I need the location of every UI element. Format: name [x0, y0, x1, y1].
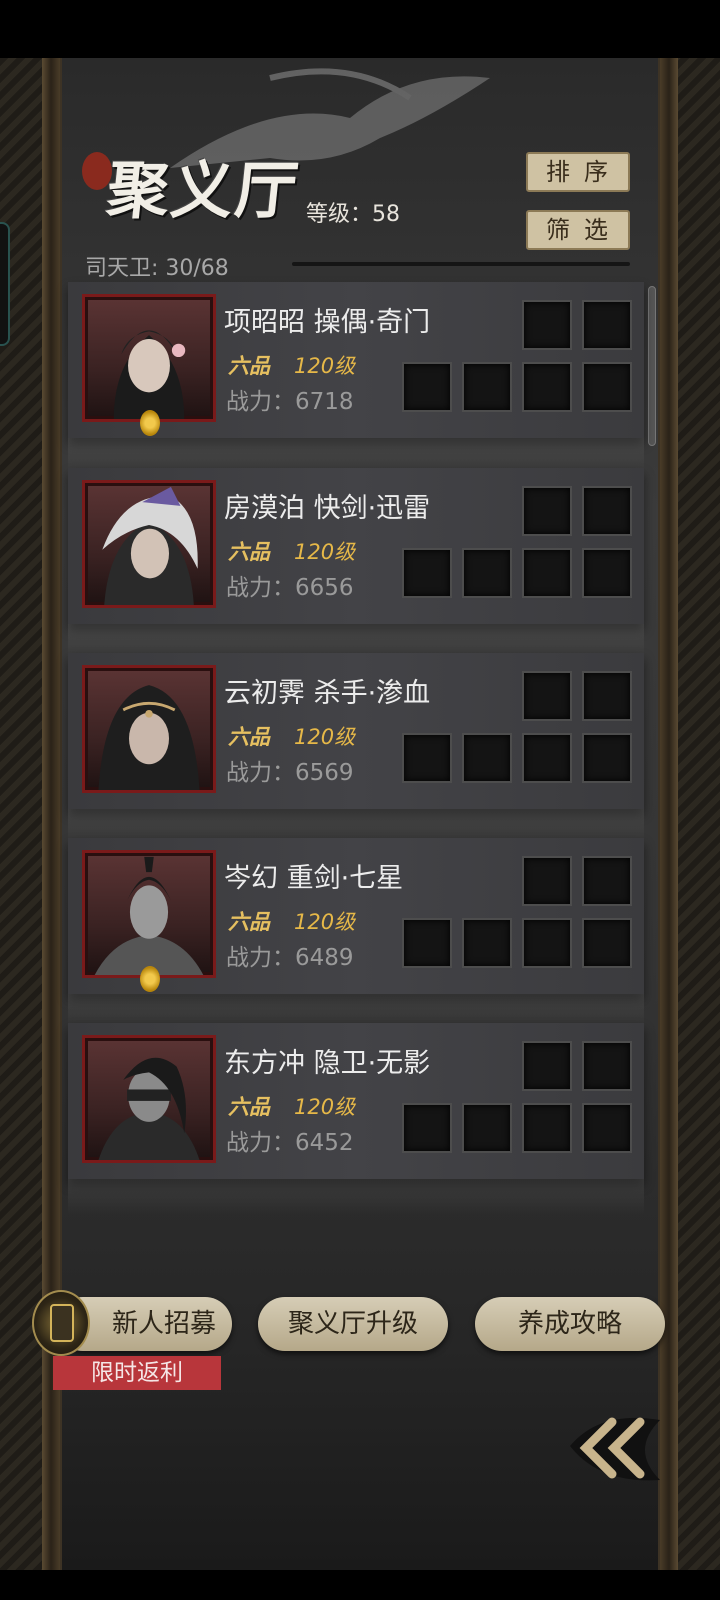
- header-divider: [292, 262, 630, 266]
- hero-power: 战力：6656: [226, 575, 354, 601]
- hero-card[interactable]: 房漠泊 快剑·迅雷 六品 120级 战力：6656: [68, 468, 644, 660]
- hero-rank: 六品: [228, 725, 270, 749]
- hero-power: 战力：6489: [226, 945, 354, 971]
- hero-avatar-icon: [98, 685, 200, 790]
- gold-medal-icon: [140, 410, 160, 436]
- equipment-slot[interactable]: [522, 1041, 572, 1091]
- sort-button[interactable]: 排序: [526, 152, 630, 192]
- guide-button[interactable]: 养成攻略: [475, 1297, 665, 1351]
- hero-power: 战力：6452: [226, 1130, 354, 1156]
- right-pillar: [660, 58, 678, 1570]
- hero-name: 岑幻 重剑·七星: [224, 863, 404, 894]
- list-scrollbar[interactable]: [648, 286, 656, 446]
- equipment-slot[interactable]: [522, 918, 572, 968]
- hero-name: 项昭昭 操偶·奇门: [224, 307, 431, 338]
- equipment-slot[interactable]: [582, 733, 632, 783]
- side-edge-tab[interactable]: [0, 222, 10, 346]
- equipment-slot[interactable]: [582, 671, 632, 721]
- gold-medal-icon: [140, 966, 160, 992]
- hero-portrait: [82, 480, 216, 608]
- hall-level: 等级：58: [306, 202, 400, 227]
- hero-power: 战力：6718: [226, 389, 354, 415]
- status-bar: [0, 0, 720, 58]
- hero-rank: 六品: [228, 1095, 270, 1119]
- hero-level: 120级: [294, 910, 356, 934]
- equipment-slot[interactable]: [582, 362, 632, 412]
- equipment-slot[interactable]: [582, 1041, 632, 1091]
- hall-upgrade-button[interactable]: 聚义厅升级: [258, 1297, 448, 1351]
- equipment-slot[interactable]: [462, 548, 512, 598]
- hero-portrait: [82, 850, 216, 978]
- hero-rank: 六品: [228, 354, 270, 378]
- hero-power: 战力：6569: [226, 760, 354, 786]
- equipment-slot[interactable]: [462, 1103, 512, 1153]
- double-chevron-left-icon[interactable]: [560, 1400, 670, 1490]
- equipment-slot[interactable]: [522, 548, 572, 598]
- equipment-slot[interactable]: [522, 733, 572, 783]
- hero-card[interactable]: 云初霁 杀手·渗血 六品 120级 战力：6569: [68, 653, 644, 845]
- navigation-bar: [0, 1570, 720, 1600]
- recruit-token-icon[interactable]: [32, 1290, 90, 1356]
- filter-button[interactable]: 筛选: [526, 210, 630, 250]
- equipment-slot[interactable]: [582, 918, 632, 968]
- hero-level: 120级: [294, 725, 356, 749]
- guards-count: 司天卫: 30/68: [85, 256, 229, 281]
- equipment-slot[interactable]: [462, 733, 512, 783]
- equipment-slot[interactable]: [402, 733, 452, 783]
- hero-avatar-icon: [113, 330, 186, 419]
- equipment-slot[interactable]: [402, 918, 452, 968]
- hero-card[interactable]: 项昭昭 操偶·奇门 六品 120级 战力：6718: [68, 282, 644, 474]
- hero-avatar-icon: [98, 1057, 200, 1160]
- hero-avatar-icon: [102, 486, 198, 605]
- equipment-slot[interactable]: [462, 362, 512, 412]
- hero-portrait: [82, 1035, 216, 1163]
- hero-level: 120级: [294, 354, 356, 378]
- equipment-slot[interactable]: [522, 300, 572, 350]
- hero-name: 云初霁 杀手·渗血: [224, 678, 431, 709]
- hero-rank: 六品: [228, 910, 270, 934]
- equipment-slot[interactable]: [582, 300, 632, 350]
- equipment-slot[interactable]: [522, 856, 572, 906]
- hero-avatar-icon: [94, 856, 204, 975]
- hero-name: 房漠泊 快剑·迅雷: [224, 493, 431, 524]
- equipment-slot[interactable]: [522, 671, 572, 721]
- equipment-slot[interactable]: [582, 548, 632, 598]
- hero-portrait: [82, 665, 216, 793]
- hero-card[interactable]: 岑幻 重剑·七星 六品 120级 战力：6489: [68, 838, 644, 1030]
- equipment-slot[interactable]: [582, 856, 632, 906]
- equipment-slot[interactable]: [402, 362, 452, 412]
- hero-level: 120级: [294, 1095, 356, 1119]
- hero-card[interactable]: 东方冲 隐卫·无影 六品 120级 战力：6452: [68, 1023, 644, 1215]
- hero-portrait: [82, 294, 216, 422]
- equipment-slot[interactable]: [462, 918, 512, 968]
- equipment-slot[interactable]: [402, 548, 452, 598]
- equipment-slot[interactable]: [522, 1103, 572, 1153]
- equipment-slot[interactable]: [522, 486, 572, 536]
- hero-level: 120级: [294, 540, 356, 564]
- promo-badge[interactable]: 限时返利: [53, 1356, 221, 1390]
- equipment-slot[interactable]: [522, 362, 572, 412]
- equipment-slot[interactable]: [582, 486, 632, 536]
- page-title: 聚义厅: [103, 154, 304, 227]
- equipment-slot[interactable]: [582, 1103, 632, 1153]
- hero-rank: 六品: [228, 540, 270, 564]
- hero-name: 东方冲 隐卫·无影: [224, 1048, 431, 1079]
- equipment-slot[interactable]: [402, 1103, 452, 1153]
